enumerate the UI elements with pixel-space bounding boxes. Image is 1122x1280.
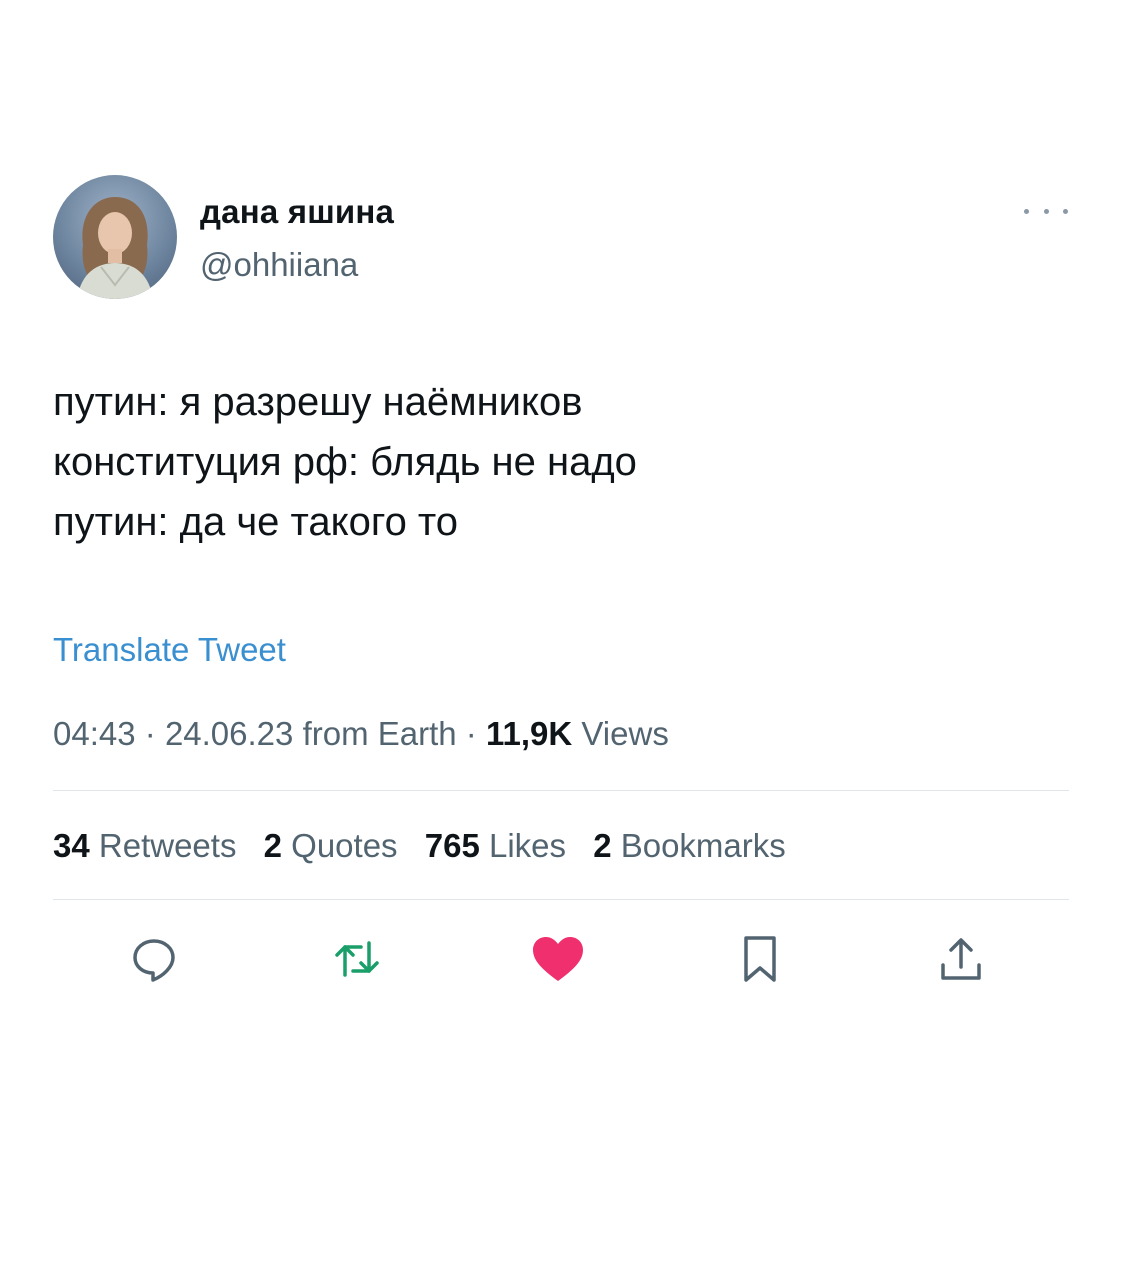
quotes-stat[interactable]: 2 Quotes xyxy=(264,827,398,864)
views-label[interactable]: Views xyxy=(581,715,668,752)
tweet-meta: 04:43 · 24.06.23 from Earth · 11,9K View… xyxy=(53,712,669,756)
bookmark-icon xyxy=(744,936,776,982)
tweet-text: путин: я разрешу наёмников конституция р… xyxy=(53,372,1063,552)
handle[interactable]: @ohhiiana xyxy=(200,245,358,285)
views-count[interactable]: 11,9K xyxy=(486,715,572,752)
display-name[interactable]: дана яшина xyxy=(200,192,394,232)
divider xyxy=(53,899,1069,900)
bookmark-button[interactable] xyxy=(729,928,791,990)
action-bar xyxy=(0,928,1122,990)
reply-button[interactable] xyxy=(123,928,185,990)
quotes-label: Quotes xyxy=(291,827,398,864)
tweet-time[interactable]: 04:43 xyxy=(53,715,136,752)
retweets-label: Retweets xyxy=(98,827,237,864)
retweet-icon xyxy=(335,941,379,977)
tweet-text-line: путин: я разрешу наёмников xyxy=(53,380,583,424)
tweet: дана яшина @ohhiiana путин: я разрешу на… xyxy=(0,0,1122,1280)
translate-tweet-link[interactable]: Translate Tweet xyxy=(53,628,286,672)
bookmarks-count: 2 xyxy=(593,827,612,864)
bookmarks-label: Bookmarks xyxy=(620,827,786,864)
likes-label: Likes xyxy=(488,827,567,864)
like-button[interactable] xyxy=(527,928,589,990)
quotes-count: 2 xyxy=(263,827,282,864)
tweet-text-line: путин: да че такого то xyxy=(53,500,459,544)
divider xyxy=(53,790,1069,791)
tweet-text-line: конституция рф: блядь не надо xyxy=(53,440,637,484)
share-icon xyxy=(941,938,981,980)
tweet-source: from Earth xyxy=(302,715,457,752)
more-options-button[interactable] xyxy=(1024,200,1068,222)
retweets-stat[interactable]: 34 Retweets xyxy=(53,827,236,864)
retweet-button[interactable] xyxy=(326,928,388,990)
share-button[interactable] xyxy=(930,928,992,990)
avatar[interactable] xyxy=(53,175,177,299)
likes-count: 765 xyxy=(424,827,480,864)
retweets-count: 34 xyxy=(53,827,90,864)
bookmarks-stat[interactable]: 2 Bookmarks xyxy=(593,827,786,864)
tweet-date[interactable]: 24.06.23 xyxy=(165,715,293,752)
heart-icon xyxy=(533,937,583,981)
meta-separator: · xyxy=(465,715,486,752)
more-horizontal-icon xyxy=(1024,208,1029,214)
tweet-stats: 34 Retweets 2 Quotes 765 Likes 2 Bookmar… xyxy=(53,824,804,868)
likes-stat[interactable]: 765 Likes xyxy=(425,827,566,864)
meta-separator: · xyxy=(144,715,165,752)
reply-icon xyxy=(133,939,175,982)
